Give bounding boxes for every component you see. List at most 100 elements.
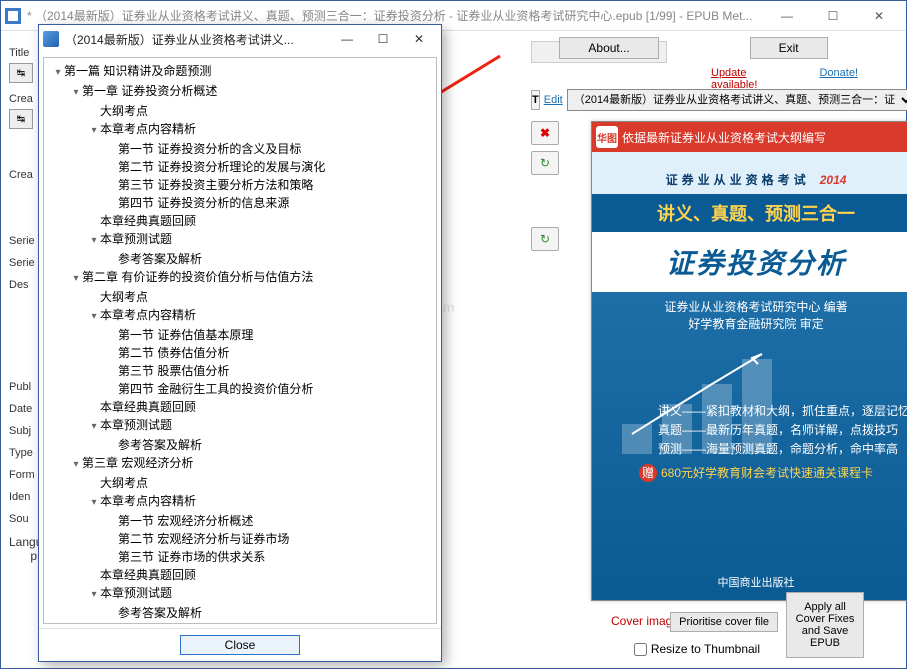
- toc-item[interactable]: 大纲考点: [88, 474, 436, 492]
- toc-item[interactable]: 第一节 宏观经济分析概述: [106, 512, 436, 530]
- toc-item-label[interactable]: 本章预测试题: [100, 232, 172, 246]
- toc-item[interactable]: ▾本章考点内容精析: [88, 492, 436, 512]
- toc-item-label[interactable]: 大纲考点: [100, 476, 148, 490]
- toc-item-label[interactable]: 第四节 证券投资分析的信息来源: [118, 196, 289, 210]
- donate-link[interactable]: Donate!: [819, 67, 858, 91]
- add-cover-icon[interactable]: ↻: [531, 227, 559, 251]
- collapse-icon[interactable]: ▾: [88, 418, 100, 436]
- toc-item[interactable]: ▾第一章 证券投资分析概述: [70, 82, 436, 102]
- collapse-icon[interactable]: ▾: [88, 308, 100, 326]
- collapse-icon[interactable]: ▾: [52, 64, 64, 82]
- toc-item[interactable]: 第一节 证券估值基本原理: [106, 326, 436, 344]
- toc-item-label[interactable]: 第三节 股票估值分析: [118, 364, 229, 378]
- collapse-icon[interactable]: ▾: [88, 586, 100, 604]
- toc-item-label[interactable]: 大纲考点: [100, 104, 148, 118]
- toc-item[interactable]: 参考答案及解析: [106, 250, 436, 268]
- toc-item-label[interactable]: 第一章 证券投资分析概述: [82, 84, 217, 98]
- toc-item[interactable]: 第三节 证券投资主要分析方法和策略: [106, 176, 436, 194]
- toc-item-label[interactable]: 第一篇 知识精讲及命题预测: [64, 64, 211, 78]
- title-case-button[interactable]: T: [531, 90, 540, 110]
- toc-item[interactable]: 第二节 宏观经济分析与证券市场: [106, 530, 436, 548]
- toc-item[interactable]: 大纲考点: [88, 288, 436, 306]
- collapse-icon[interactable]: ▾: [88, 122, 100, 140]
- about-button[interactable]: About...: [559, 37, 658, 59]
- toc-item[interactable]: ▾第二章 有价证券的投资价值分析与估值方法: [70, 268, 436, 288]
- toc-item[interactable]: 第二节 债券估值分析: [106, 344, 436, 362]
- toc-item-label[interactable]: 本章经典真题回顾: [100, 568, 196, 582]
- toc-item-label[interactable]: 参考答案及解析: [118, 252, 202, 266]
- toc-item[interactable]: 第四节 金融衍生工具的投资价值分析: [106, 380, 436, 398]
- toc-item-label[interactable]: 第二节 债券估值分析: [118, 346, 229, 360]
- refresh-icon[interactable]: ↻: [531, 151, 559, 175]
- toc-item[interactable]: 本章经典真题回顾: [88, 212, 436, 230]
- toc-item-label[interactable]: 本章经典真题回顾: [100, 214, 196, 228]
- close-button[interactable]: ✕: [856, 2, 902, 30]
- toc-item-label[interactable]: 参考答案及解析: [118, 438, 202, 452]
- collapse-icon[interactable]: ▾: [70, 270, 82, 288]
- toc-item[interactable]: ▾本章考点内容精析: [88, 120, 436, 140]
- app-icon: [5, 8, 21, 24]
- edit-link[interactable]: Edit: [544, 94, 563, 106]
- toc-maximize-button[interactable]: ☐: [365, 27, 401, 51]
- toc-item-label[interactable]: 第三章 宏观经济分析: [82, 456, 193, 470]
- toc-item[interactable]: ▾本章考点内容精析: [88, 306, 436, 326]
- delete-icon[interactable]: ✖: [531, 121, 559, 145]
- toc-item[interactable]: 第三节 证券市场的供求关系: [106, 548, 436, 566]
- toc-item[interactable]: 参考答案及解析: [106, 436, 436, 454]
- toc-title: （2014最新版）证券业从业资格考试讲义...: [65, 31, 329, 48]
- maximize-button[interactable]: ☐: [810, 2, 856, 30]
- toc-item-label[interactable]: 本章考点内容精析: [100, 122, 196, 136]
- prioritise-cover-button[interactable]: Prioritise cover file: [670, 612, 778, 632]
- toc-item[interactable]: 第一节 证券投资分析的含义及目标: [106, 140, 436, 158]
- resize-thumbnail-checkbox[interactable]: Resize to Thumbnail: [634, 642, 760, 656]
- toc-item-label[interactable]: 参考答案及解析: [118, 606, 202, 620]
- toc-item-label[interactable]: 第一节 宏观经济分析概述: [118, 514, 253, 528]
- toc-item[interactable]: 参考答案及解析: [106, 604, 436, 622]
- toc-dialog: （2014最新版）证券业从业资格考试讲义... — ☐ ✕ ▾第一篇 知识精讲及…: [38, 24, 442, 662]
- toc-item-label[interactable]: 第三节 证券市场的供求关系: [118, 550, 265, 564]
- toc-item-label[interactable]: 本章考点内容精析: [100, 308, 196, 322]
- toc-item-label[interactable]: 大纲考点: [100, 290, 148, 304]
- toc-item-label[interactable]: 本章预测试题: [100, 418, 172, 432]
- apply-save-button[interactable]: Apply all Cover Fixes and Save EPUB: [786, 592, 864, 658]
- toc-item-label[interactable]: 本章预测试题: [100, 586, 172, 600]
- toc-item[interactable]: 第三节 股票估值分析: [106, 362, 436, 380]
- toc-item[interactable]: 第二节 证券投资分析理论的发展与演化: [106, 158, 436, 176]
- toc-close-button[interactable]: ✕: [401, 27, 437, 51]
- toc-item-label[interactable]: 本章经典真题回顾: [100, 400, 196, 414]
- minimize-button[interactable]: —: [764, 2, 810, 30]
- collapse-icon[interactable]: ▾: [88, 232, 100, 250]
- toc-item[interactable]: 第四节 证券投资分析的信息来源: [106, 194, 436, 212]
- toc-item-label[interactable]: 第一节 证券估值基本原理: [118, 328, 253, 342]
- cover-main-title: 证券投资分析: [666, 248, 846, 279]
- toc-item-label[interactable]: 本章考点内容精析: [100, 494, 196, 508]
- cover-subtitle: 讲义、真题、预测三合一: [657, 204, 855, 224]
- toc-item[interactable]: ▾第四章 行业分析: [70, 622, 436, 624]
- toc-item-label[interactable]: 第三节 证券投资主要分析方法和策略: [118, 178, 313, 192]
- collapse-icon[interactable]: ▾: [88, 494, 100, 512]
- toc-item-label[interactable]: 第四节 金融衍生工具的投资价值分析: [118, 382, 313, 396]
- toc-item[interactable]: ▾本章预测试题: [88, 584, 436, 604]
- toc-minimize-button[interactable]: —: [329, 27, 365, 51]
- toc-item[interactable]: 本章经典真题回顾: [88, 566, 436, 584]
- swap-button[interactable]: ↹: [9, 109, 33, 129]
- toc-tree[interactable]: ▾第一篇 知识精讲及命题预测▾第一章 证券投资分析概述大纲考点▾本章考点内容精析…: [43, 57, 437, 624]
- toc-item[interactable]: ▾本章预测试题: [88, 416, 436, 436]
- toc-item[interactable]: ▾第一篇 知识精讲及命题预测: [52, 62, 436, 82]
- toc-item-label[interactable]: 第一节 证券投资分析的含义及目标: [118, 142, 301, 156]
- swap-button[interactable]: ↹: [9, 63, 33, 83]
- toc-item[interactable]: ▾本章预测试题: [88, 230, 436, 250]
- toc-item-label[interactable]: 第二章 有价证券的投资价值分析与估值方法: [82, 270, 313, 284]
- toc-item-label[interactable]: 第二节 证券投资分析理论的发展与演化: [118, 160, 325, 174]
- collapse-icon[interactable]: ▾: [70, 456, 82, 474]
- cover-topline: 依据最新证券业从业资格考试大纲编写: [622, 129, 826, 146]
- toc-item-label[interactable]: 第二节 宏观经济分析与证券市场: [118, 532, 289, 546]
- title-select[interactable]: （2014最新版）证券业从业资格考试讲义、真题、预测三合一：证: [567, 89, 907, 111]
- update-link[interactable]: Update available!: [711, 67, 759, 91]
- toc-item[interactable]: 本章经典真题回顾: [88, 398, 436, 416]
- exit-button[interactable]: Exit: [750, 37, 828, 59]
- collapse-icon[interactable]: ▾: [70, 84, 82, 102]
- toc-item[interactable]: ▾第三章 宏观经济分析: [70, 454, 436, 474]
- close-button[interactable]: Close: [180, 635, 300, 655]
- toc-item[interactable]: 大纲考点: [88, 102, 436, 120]
